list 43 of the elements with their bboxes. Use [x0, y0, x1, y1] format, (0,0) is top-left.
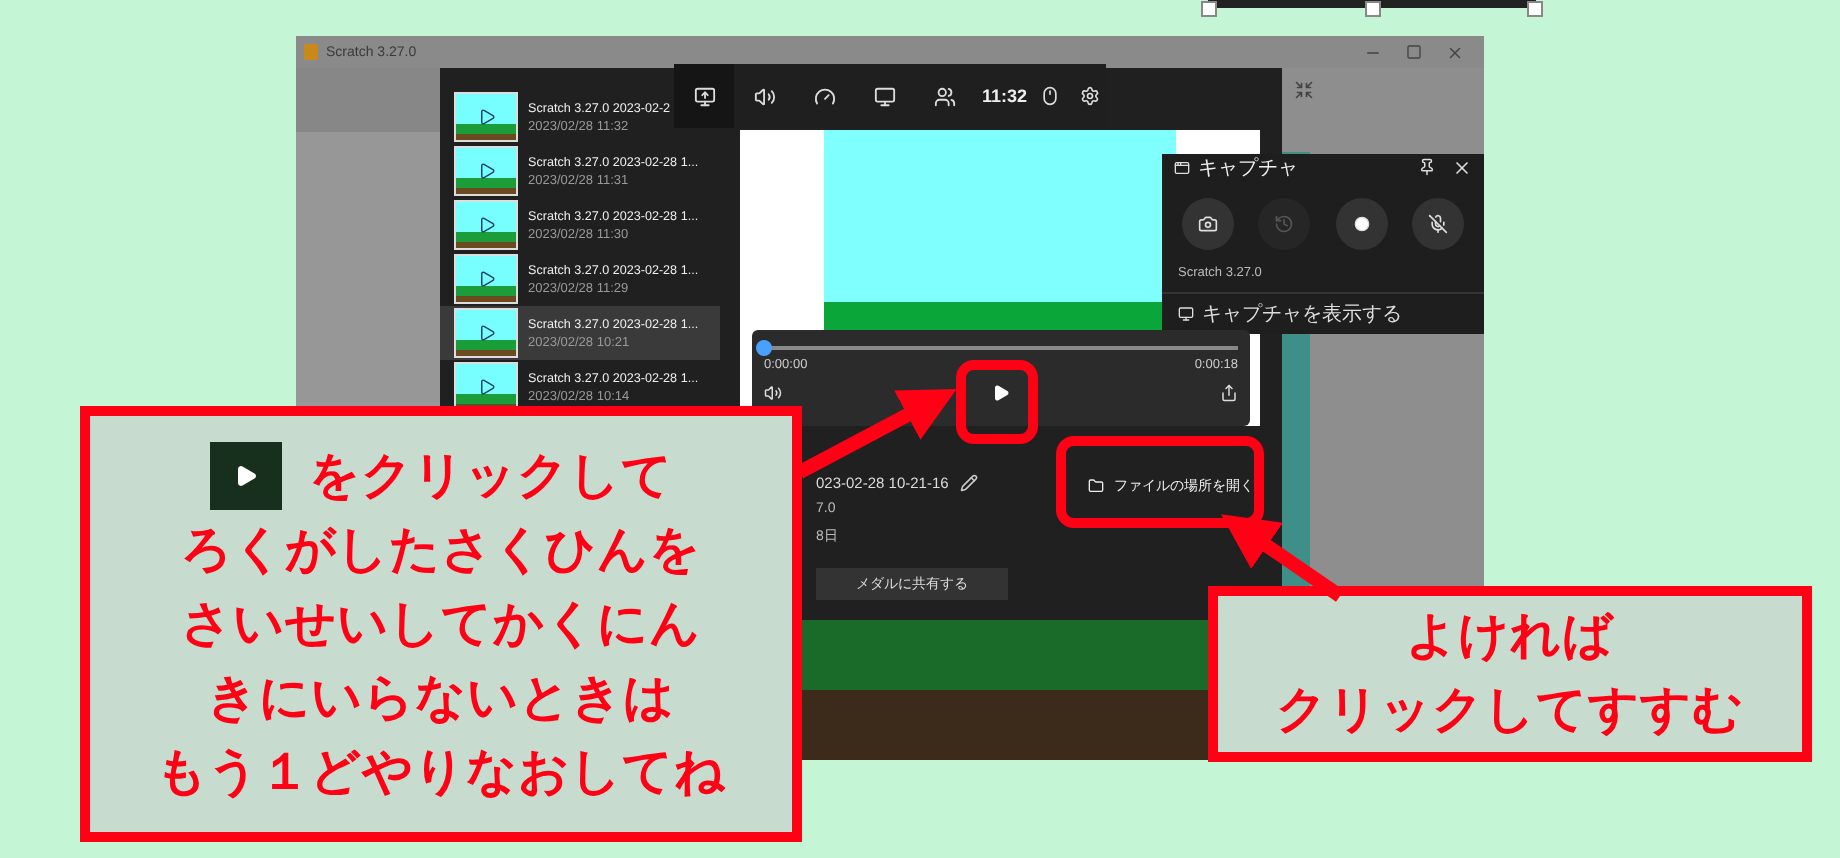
clock: 11:32	[980, 86, 1030, 106]
play-icon	[992, 384, 1010, 402]
mouse-icon[interactable]	[1039, 86, 1060, 106]
screenshot-button[interactable]	[1182, 198, 1235, 250]
widget-icon[interactable]	[693, 85, 715, 107]
callout-text: をクリックして	[309, 445, 673, 507]
mic-off-button[interactable]	[1411, 198, 1464, 250]
callout-text: クリックしてすすむ	[1276, 680, 1744, 742]
close-icon[interactable]	[1452, 158, 1472, 178]
record-icon	[1353, 216, 1370, 232]
callout-text: ろくがしたさくひんを	[181, 519, 701, 581]
monitor-icon[interactable]	[873, 85, 895, 107]
people-icon[interactable]	[933, 85, 955, 107]
monitor-icon	[1178, 306, 1194, 322]
shrink-icon[interactable]	[1294, 80, 1314, 100]
play-icon	[477, 270, 495, 288]
play-icon	[477, 108, 495, 126]
play-icon	[477, 162, 495, 180]
history-icon	[1274, 214, 1295, 234]
share-icon[interactable]	[1220, 384, 1238, 402]
progress-thumb[interactable]	[756, 340, 772, 356]
callout-text: さいせいしてかくにん	[181, 593, 701, 655]
window-icon	[1174, 160, 1190, 176]
mic-off-icon	[1427, 214, 1448, 234]
play-icon	[209, 442, 281, 510]
app-icon	[304, 44, 318, 60]
volume-icon[interactable]	[764, 384, 782, 402]
callout-text: きにいらないときは	[207, 667, 675, 729]
callout-text: よければ	[1406, 606, 1614, 668]
play-icon	[477, 378, 495, 396]
callout-text: もう１どやりなおしてね	[156, 741, 726, 803]
gauge-icon[interactable]	[813, 85, 835, 107]
folder-icon	[1088, 478, 1104, 494]
speaker-icon[interactable]	[753, 85, 775, 107]
pin-icon[interactable]	[1418, 158, 1436, 176]
pencil-icon[interactable]	[960, 474, 979, 492]
settings-icon[interactable]	[1079, 86, 1100, 106]
widget-title: キャプチャ	[1198, 155, 1298, 182]
play-icon	[477, 216, 495, 234]
highlight-frame	[956, 360, 1038, 444]
camera-icon	[1198, 214, 1219, 234]
play-icon	[477, 324, 495, 342]
record-button[interactable]	[1335, 198, 1388, 250]
